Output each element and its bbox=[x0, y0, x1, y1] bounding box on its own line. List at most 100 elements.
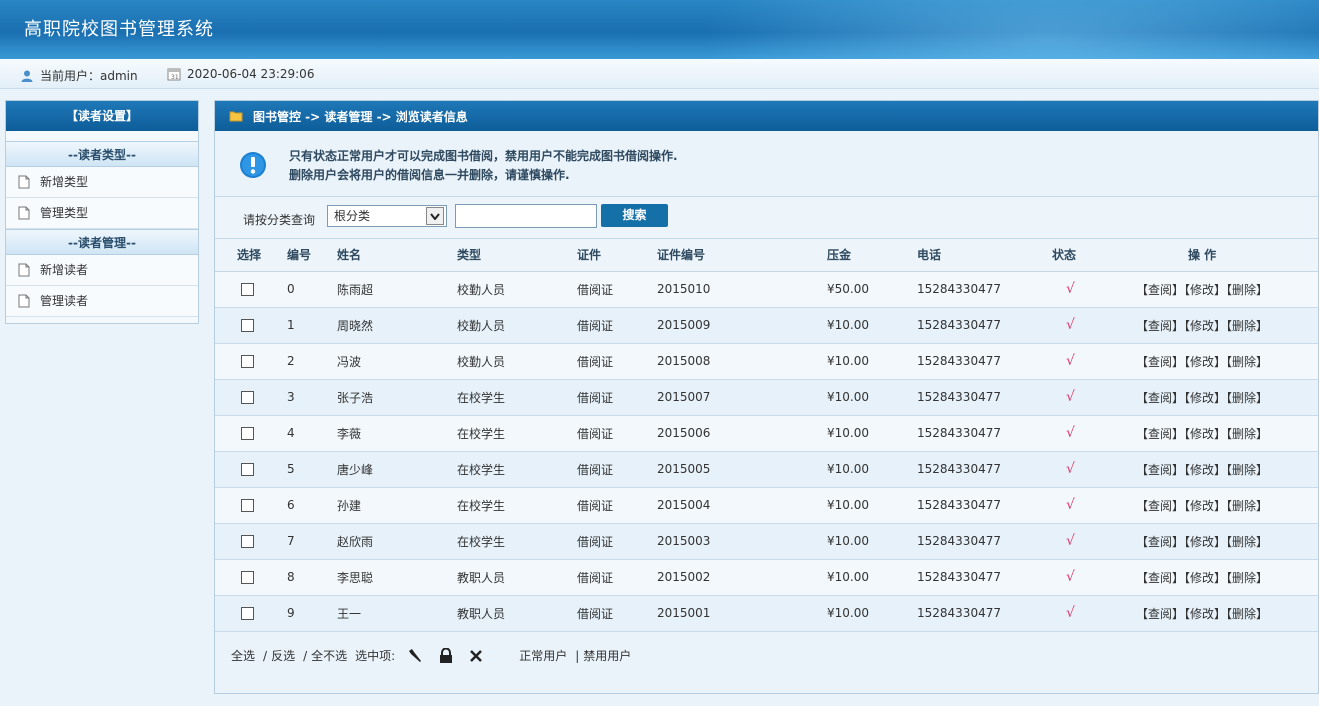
cell-card: 借阅证 bbox=[577, 379, 657, 416]
cell-card: 借阅证 bbox=[577, 271, 657, 308]
cell-phone: 15284330477 bbox=[917, 559, 1052, 596]
delete-link[interactable]: 【删除】 bbox=[1226, 427, 1268, 441]
view-link[interactable]: 【查阅】 bbox=[1136, 319, 1184, 333]
cell-id: 2 bbox=[287, 343, 337, 380]
lock-icon[interactable] bbox=[439, 647, 453, 664]
folder-icon bbox=[229, 111, 243, 122]
cell-id: 5 bbox=[287, 451, 337, 488]
cell-card-no: 2015004 bbox=[657, 487, 827, 524]
view-link[interactable]: 【查阅】 bbox=[1136, 391, 1184, 405]
col-header-name: 姓名 bbox=[337, 239, 457, 272]
view-link[interactable]: 【查阅】 bbox=[1136, 427, 1184, 441]
view-link[interactable]: 【查阅】 bbox=[1136, 571, 1184, 585]
sidebar-item-manage-types[interactable]: 管理类型 bbox=[6, 198, 198, 229]
edit-link[interactable]: 【修改】 bbox=[1184, 571, 1226, 585]
edit-link[interactable]: 【修改】 bbox=[1184, 283, 1226, 297]
search-button[interactable]: 搜索 bbox=[601, 204, 668, 227]
col-header-deposit: 压金 bbox=[827, 239, 917, 272]
cell-id: 9 bbox=[287, 595, 337, 632]
cell-phone: 15284330477 bbox=[917, 451, 1052, 488]
delete-link[interactable]: 【删除】 bbox=[1226, 535, 1268, 549]
disabled-users-link[interactable]: 禁用用户 bbox=[583, 647, 631, 664]
view-link[interactable]: 【查阅】 bbox=[1136, 283, 1184, 297]
delete-link[interactable]: 【删除】 bbox=[1226, 319, 1268, 333]
cell-deposit: ¥10.00 bbox=[827, 523, 917, 560]
sidebar-item-add-reader[interactable]: 新增读者 bbox=[6, 255, 198, 286]
cell-type: 在校学生 bbox=[457, 415, 577, 452]
notice-line-1: 只有状态正常用户才可以完成图书借阅，禁用用户不能完成图书借阅操作. bbox=[289, 149, 678, 163]
cell-deposit: ¥10.00 bbox=[827, 451, 917, 488]
cell-id: 4 bbox=[287, 415, 337, 452]
row-checkbox[interactable] bbox=[241, 607, 254, 620]
row-checkbox[interactable] bbox=[241, 355, 254, 368]
edit-link[interactable]: 【修改】 bbox=[1184, 499, 1226, 513]
delete-link[interactable]: 【删除】 bbox=[1226, 283, 1268, 297]
delete-link[interactable]: 【删除】 bbox=[1226, 607, 1268, 621]
delete-link[interactable]: 【删除】 bbox=[1226, 499, 1268, 513]
col-header-card-no: 证件编号 bbox=[657, 239, 827, 272]
edit-link[interactable]: 【修改】 bbox=[1184, 535, 1226, 549]
cell-name: 陈雨超 bbox=[337, 271, 457, 308]
current-user: 当前用户：admin bbox=[20, 67, 138, 84]
row-checkbox[interactable] bbox=[241, 427, 254, 440]
row-checkbox[interactable] bbox=[241, 463, 254, 476]
bulk-actions: 全选 / 反选 / 全不选 选中项: 正常用户 | 禁用用户 bbox=[231, 647, 632, 664]
row-checkbox[interactable] bbox=[241, 391, 254, 404]
cell-card: 借阅证 bbox=[577, 595, 657, 632]
row-checkbox[interactable] bbox=[241, 319, 254, 332]
select-all-link[interactable]: 全选 bbox=[231, 647, 255, 664]
breadcrumb: 图书管控 -> 读者管理 -> 浏览读者信息 bbox=[215, 101, 1318, 131]
notice-line-2: 删除用户会将用户的借阅信息一并删除，请谨慎操作. bbox=[289, 168, 570, 182]
edit-link[interactable]: 【修改】 bbox=[1184, 463, 1226, 477]
sidebar-item-manage-readers[interactable]: 管理读者 bbox=[6, 286, 198, 317]
delete-link[interactable]: 【删除】 bbox=[1226, 355, 1268, 369]
row-checkbox[interactable] bbox=[241, 283, 254, 296]
table-row: 4 李薇 在校学生 借阅证 2015006 ¥10.00 15284330477 √ 【查阅】【… bbox=[215, 415, 1318, 452]
col-header-type: 类型 bbox=[457, 239, 577, 272]
delete-link[interactable]: 【删除】 bbox=[1226, 463, 1268, 477]
row-checkbox[interactable] bbox=[241, 499, 254, 512]
cell-type: 在校学生 bbox=[457, 451, 577, 488]
edit-link[interactable]: 【修改】 bbox=[1184, 427, 1226, 441]
cell-name: 张子浩 bbox=[337, 379, 457, 416]
cell-phone: 15284330477 bbox=[917, 415, 1052, 452]
cell-card-no: 2015001 bbox=[657, 595, 827, 632]
normal-users-link[interactable]: 正常用户 bbox=[519, 647, 567, 664]
info-icon bbox=[240, 152, 266, 178]
cell-card-no: 2015010 bbox=[657, 271, 827, 308]
invert-selection-link[interactable]: 反选 bbox=[271, 647, 295, 664]
cell-card-no: 2015009 bbox=[657, 307, 827, 344]
table-row: 0 陈雨超 校勤人员 借阅证 2015010 ¥50.00 15284330477 √ 【查阅】… bbox=[215, 271, 1318, 308]
delete-link[interactable]: 【删除】 bbox=[1226, 571, 1268, 585]
edit-link[interactable]: 【修改】 bbox=[1184, 391, 1226, 405]
close-icon[interactable] bbox=[469, 649, 483, 663]
cell-card: 借阅证 bbox=[577, 343, 657, 380]
view-link[interactable]: 【查阅】 bbox=[1136, 499, 1184, 513]
status-ok-mark: √ bbox=[1066, 389, 1075, 405]
edit-link[interactable]: 【修改】 bbox=[1184, 355, 1226, 369]
view-link[interactable]: 【查阅】 bbox=[1136, 535, 1184, 549]
select-none-link[interactable]: 全不选 bbox=[311, 647, 347, 664]
search-bar: 请按分类查询 根分类 搜索 bbox=[215, 197, 1318, 239]
edit-link[interactable]: 【修改】 bbox=[1184, 607, 1226, 621]
delete-link[interactable]: 【删除】 bbox=[1226, 391, 1268, 405]
view-link[interactable]: 【查阅】 bbox=[1136, 463, 1184, 477]
col-header-phone: 电话 bbox=[917, 239, 1052, 272]
wrench-icon[interactable] bbox=[407, 648, 423, 664]
table-row: 9 王一 教职人员 借阅证 2015001 ¥10.00 15284330477 √ 【查阅】【… bbox=[215, 595, 1318, 632]
info-bar: 当前用户：admin 31 2020-06-04 23:29:06 bbox=[0, 59, 1319, 89]
cell-id: 7 bbox=[287, 523, 337, 560]
edit-link[interactable]: 【修改】 bbox=[1184, 319, 1226, 333]
view-link[interactable]: 【查阅】 bbox=[1136, 355, 1184, 369]
cell-name: 周晓然 bbox=[337, 307, 457, 344]
view-link[interactable]: 【查阅】 bbox=[1136, 607, 1184, 621]
table-row: 8 李思聪 教职人员 借阅证 2015002 ¥10.00 15284330477 √ 【查阅】… bbox=[215, 559, 1318, 596]
document-icon bbox=[18, 206, 30, 220]
category-select[interactable]: 根分类 bbox=[327, 205, 447, 227]
sidebar-item-add-type[interactable]: 新增类型 bbox=[6, 167, 198, 198]
row-checkbox[interactable] bbox=[241, 535, 254, 548]
cell-type: 在校学生 bbox=[457, 487, 577, 524]
cell-card: 借阅证 bbox=[577, 415, 657, 452]
row-checkbox[interactable] bbox=[241, 571, 254, 584]
search-input[interactable] bbox=[455, 204, 597, 228]
